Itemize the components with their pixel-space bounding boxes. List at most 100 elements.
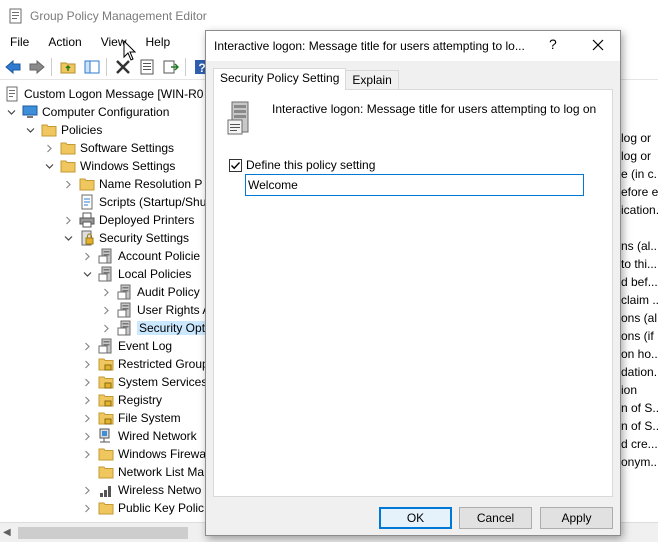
tree-node[interactable]: Network List Ma bbox=[82, 463, 204, 481]
checkmark-icon bbox=[231, 161, 241, 169]
tree-node[interactable]: Audit Policy bbox=[101, 283, 200, 301]
tree-node[interactable]: Computer Configuration bbox=[6, 103, 169, 121]
chevron-right-icon[interactable] bbox=[82, 337, 92, 355]
tree-node[interactable]: Account Policie bbox=[82, 247, 200, 265]
chevron-right-icon[interactable] bbox=[101, 283, 111, 301]
tree-node[interactable]: Deployed Printers bbox=[63, 211, 194, 229]
tree-node[interactable]: Scripts (Startup/Shu bbox=[63, 193, 205, 211]
tree-node-label: Policies bbox=[61, 123, 103, 137]
chevron-right-icon[interactable] bbox=[63, 175, 73, 193]
menu-action[interactable]: Action bbox=[38, 35, 90, 49]
policy-list-item[interactable]: log or bbox=[621, 149, 651, 163]
app-icon bbox=[9, 8, 22, 24]
policy-list-item[interactable]: on ho... bbox=[621, 347, 658, 361]
policy-list-item[interactable]: dation... bbox=[621, 365, 658, 379]
scrollbar-thumb[interactable] bbox=[18, 527, 188, 539]
policy-list-item[interactable]: onym... bbox=[621, 455, 658, 469]
ok-button[interactable]: OK bbox=[379, 507, 452, 529]
tree-node[interactable]: Software Settings bbox=[44, 139, 174, 157]
back-arrow-icon bbox=[5, 59, 21, 74]
menu-help[interactable]: Help bbox=[136, 35, 180, 49]
toolbar-separator bbox=[106, 57, 107, 76]
tree-node-label: Network List Ma bbox=[118, 465, 205, 479]
policy-list-item[interactable]: to thi... bbox=[621, 257, 657, 271]
tab-security-policy-setting[interactable]: Security Policy Setting bbox=[213, 68, 347, 90]
console-tree-icon bbox=[84, 60, 100, 73]
tree-node-label: Registry bbox=[118, 393, 163, 407]
tree-node[interactable]: Wired Network bbox=[82, 427, 197, 445]
tree-node[interactable]: Windows Settings bbox=[44, 157, 175, 175]
tree-node[interactable]: Public Key Polic bbox=[82, 499, 204, 517]
policy-list-item[interactable]: e (in c... bbox=[621, 167, 658, 181]
export-list-button[interactable] bbox=[160, 56, 182, 78]
chevron-down-icon[interactable] bbox=[82, 265, 92, 283]
chevron-right-icon[interactable] bbox=[63, 211, 73, 229]
tab-explain[interactable]: Explain bbox=[345, 70, 399, 90]
policy-list-item[interactable]: ons (if ... bbox=[621, 329, 658, 343]
tree-node[interactable]: User Rights A bbox=[101, 301, 205, 319]
policy-list-item[interactable]: d bef... bbox=[621, 275, 658, 289]
chevron-right-icon[interactable] bbox=[82, 391, 92, 409]
chevron-right-icon[interactable] bbox=[82, 247, 92, 265]
close-icon[interactable] bbox=[590, 37, 606, 53]
apply-button[interactable]: Apply bbox=[540, 507, 613, 529]
tree-node[interactable]: Registry bbox=[82, 391, 162, 409]
chevron-right-icon[interactable] bbox=[82, 445, 92, 463]
policy-list-item[interactable]: ns (al... bbox=[621, 239, 658, 253]
policy-list-item[interactable]: ication... bbox=[621, 203, 658, 217]
policy-list-item[interactable]: claim ... bbox=[621, 293, 658, 307]
tree-node[interactable]: Windows Firewa bbox=[82, 445, 205, 463]
mouse-pointer-icon bbox=[123, 40, 137, 61]
tree-node[interactable]: Event Log bbox=[82, 337, 172, 355]
tree-node[interactable]: Wireless Netwo bbox=[82, 481, 201, 499]
scroll-left-icon[interactable]: ◀ bbox=[3, 527, 11, 538]
policy-list-item[interactable]: d cre... bbox=[621, 437, 658, 451]
chevron-right-icon[interactable] bbox=[82, 499, 92, 517]
policy-list-item[interactable]: efore e... bbox=[621, 185, 658, 199]
chevron-down-icon[interactable] bbox=[25, 121, 35, 139]
tree-node[interactable]: Restricted Group bbox=[82, 355, 205, 373]
forward-button[interactable] bbox=[26, 56, 48, 78]
chevron-down-icon[interactable] bbox=[6, 103, 16, 121]
tree-node-label: Account Policie bbox=[118, 249, 201, 263]
properties-button[interactable] bbox=[136, 56, 158, 78]
policy-list-item[interactable]: ons (al... bbox=[621, 311, 658, 325]
chevron-right-icon[interactable] bbox=[82, 409, 92, 427]
tree-node[interactable]: Name Resolution P bbox=[63, 175, 202, 193]
chevron-right-icon[interactable] bbox=[44, 139, 54, 157]
chevron-down-icon[interactable] bbox=[44, 157, 54, 175]
tree-node[interactable]: Security Opt bbox=[101, 319, 205, 337]
policy-list-item[interactable]: ion bbox=[621, 383, 637, 397]
tree-node[interactable]: Custom Logon Message [WIN-R0 bbox=[4, 85, 203, 103]
tree-node-label: Deployed Printers bbox=[99, 213, 195, 227]
folder-icon bbox=[98, 502, 114, 515]
tree-node-label: Name Resolution P bbox=[99, 177, 203, 191]
chevron-right-icon[interactable] bbox=[82, 481, 92, 499]
message-title-input[interactable] bbox=[245, 174, 584, 196]
define-policy-checkbox[interactable] bbox=[229, 158, 242, 172]
up-folder-icon bbox=[60, 62, 76, 73]
policy-list-item[interactable]: n of S... bbox=[621, 419, 658, 433]
back-button[interactable] bbox=[2, 56, 24, 78]
tree-node[interactable]: Policies bbox=[25, 121, 102, 139]
show-hide-tree-button[interactable] bbox=[81, 56, 103, 78]
policy-list-item[interactable]: log or bbox=[621, 131, 651, 145]
tree-node[interactable]: Security Settings bbox=[63, 229, 189, 247]
menu-file[interactable]: File bbox=[0, 35, 38, 49]
chevron-right-icon[interactable] bbox=[82, 373, 92, 391]
chevron-right-icon[interactable] bbox=[82, 355, 92, 373]
cancel-button[interactable]: Cancel bbox=[459, 507, 532, 529]
policy-list-item[interactable]: n of S... bbox=[621, 401, 658, 415]
dialog-help-button[interactable]: ? bbox=[549, 36, 557, 52]
chevron-right-icon[interactable] bbox=[82, 427, 92, 445]
chevron-right-icon[interactable] bbox=[101, 319, 111, 337]
tree-node[interactable]: Local Policies bbox=[82, 265, 191, 283]
chevron-right-icon[interactable] bbox=[101, 301, 111, 319]
policy-name: Interactive logon: Message title for use… bbox=[272, 102, 597, 116]
define-policy-row[interactable]: Define this policy setting bbox=[229, 158, 375, 172]
chevron-down-icon[interactable] bbox=[63, 229, 73, 247]
script-icon bbox=[81, 194, 93, 210]
tree-node[interactable]: File System bbox=[82, 409, 181, 427]
up-folder-button[interactable] bbox=[57, 56, 79, 78]
tree-node[interactable]: System Services bbox=[82, 373, 205, 391]
